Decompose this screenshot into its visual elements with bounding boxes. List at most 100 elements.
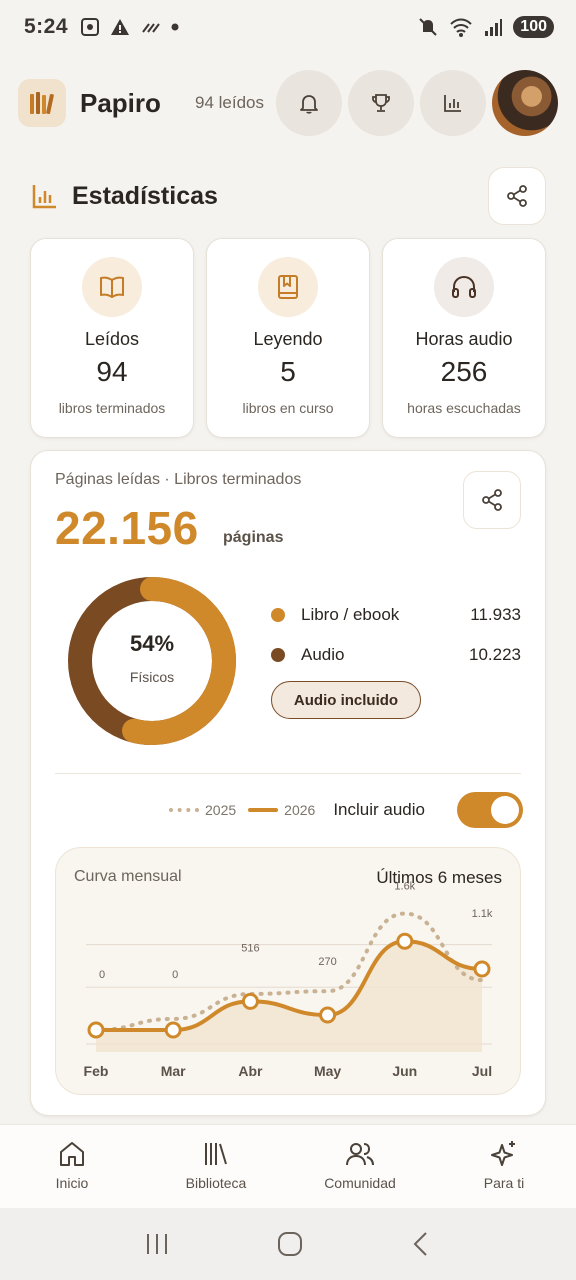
stat-card-reading[interactable]: Leyendo 5 libros en curso (206, 238, 370, 438)
status-notification-icons (80, 17, 180, 37)
app-header: Papiro 94 leídos (18, 68, 558, 138)
section-title: Estadísticas (72, 181, 218, 210)
notifications-button[interactable] (276, 70, 342, 136)
stat-icon-wrap (434, 257, 494, 317)
book-open-icon (100, 276, 124, 298)
recent-apps-icon[interactable] (143, 1231, 171, 1257)
include-audio-toggle[interactable] (457, 792, 523, 828)
read-count: 94 leídos (195, 93, 264, 112)
nav-item-biblioteca[interactable]: Biblioteca (144, 1125, 288, 1208)
avatar[interactable] (492, 70, 558, 136)
stat-icon-wrap (258, 257, 318, 317)
donut-label: Físicos (129, 669, 175, 685)
dot-icon (171, 23, 179, 31)
nav-item-para-ti[interactable]: Para ti (432, 1125, 576, 1208)
x-tick-mar: Mar (161, 1063, 186, 1079)
nav-item-inicio[interactable]: Inicio (0, 1125, 144, 1208)
headphones-icon (452, 275, 476, 298)
share-stats-button[interactable] (488, 167, 546, 225)
bell-icon (300, 95, 318, 114)
back-icon[interactable] (409, 1230, 433, 1258)
divider (55, 773, 521, 774)
stat-sub: libros terminados (58, 400, 166, 416)
home-button-icon[interactable] (276, 1230, 304, 1258)
app-logo[interactable] (18, 79, 66, 127)
toggle-knob (491, 796, 519, 824)
pages-card: Páginas leídas · Libros terminados 22.15… (30, 450, 546, 1116)
status-time: 5:24 (24, 15, 69, 38)
app-title: Papiro (80, 87, 161, 118)
series-2026-area (96, 941, 482, 1052)
point-2026-abr[interactable] (241, 992, 259, 1010)
legend-line-2025 (169, 808, 199, 812)
chart-range[interactable]: Últimos 6 meses (376, 868, 502, 888)
community-icon (346, 1143, 374, 1166)
legend-ebook: Libro / ebook 11.933 (271, 605, 521, 625)
bottom-nav: Inicio Biblioteca Comunidad Para ti (0, 1124, 576, 1208)
cell-signal-icon (485, 19, 503, 36)
point-2026-jun[interactable] (396, 932, 414, 950)
stat-label: Horas audio (415, 329, 513, 349)
status-right: 100 (417, 16, 554, 38)
point-2026-mar[interactable] (164, 1021, 182, 1039)
chart-title: Curva mensual (74, 868, 182, 885)
legend-year-2026: 2026 (284, 802, 316, 818)
stat-sub: horas escuchadas (407, 400, 521, 416)
data-label-feb: 0 (99, 969, 105, 981)
stats-button[interactable] (420, 70, 486, 136)
donut-percent: 54% (129, 631, 175, 656)
battery-indicator: 100 (513, 16, 554, 38)
legend-line-2026 (248, 808, 279, 812)
nav-label: Inicio (55, 1175, 89, 1191)
achievements-button[interactable] (348, 70, 414, 136)
data-label-mar: 0 (172, 969, 178, 981)
stat-card-audio[interactable]: Horas audio 256 horas escuchadas (382, 238, 546, 438)
point-2026-may[interactable] (319, 1006, 337, 1024)
wifi-icon (450, 18, 473, 37)
stat-icon-wrap (82, 257, 142, 317)
legend-label: Libro / ebook (301, 605, 400, 624)
x-tick-may: May (314, 1063, 341, 1079)
share-pages-button[interactable] (463, 471, 521, 529)
stat-label: Leídos (84, 329, 140, 349)
stat-card-read[interactable]: Leídos 94 libros terminados (30, 238, 194, 438)
pages-caption: Páginas leídas · Libros terminados (55, 471, 302, 488)
mute-icon (419, 18, 438, 36)
legend-dot-ebook (271, 608, 285, 622)
stats-section-icon (32, 185, 56, 209)
nav-label: Biblioteca (185, 1175, 247, 1191)
include-audio-label: Incluir audio (333, 800, 425, 819)
data-label-jul: 1.1k (472, 908, 493, 920)
signal-slash-icon (142, 23, 160, 33)
share-icon (507, 185, 527, 207)
point-2026-jul[interactable] (473, 960, 491, 978)
warning-icon (111, 19, 130, 35)
nav-item-comunidad[interactable]: Comunidad (288, 1125, 432, 1208)
legend-label: Audio (301, 645, 345, 664)
bookmark-book-icon (278, 275, 298, 299)
stat-value: 256 (440, 356, 488, 387)
bar-chart-icon (444, 95, 461, 112)
x-tick-abr: Abr (238, 1063, 263, 1079)
legend-value: 11.933 (470, 605, 521, 624)
system-nav-bar (0, 1208, 576, 1280)
nav-label: Para ti (483, 1175, 525, 1191)
section-header: Estadísticas (30, 166, 546, 226)
pages-unit: páginas (223, 529, 284, 546)
audio-included-chip[interactable]: Audio incluido (271, 681, 421, 719)
data-label-may: 270 (318, 956, 336, 968)
library-icon (205, 1143, 227, 1165)
sparkles-icon (491, 1141, 515, 1166)
books-logo-icon (30, 92, 54, 115)
trophy-icon (372, 94, 390, 112)
point-2026-feb[interactable] (87, 1021, 105, 1039)
x-tick-jul: Jul (472, 1063, 492, 1079)
home-icon (60, 1142, 84, 1166)
chart-controls: 2025 2026 Incluir audio (169, 791, 523, 829)
legend-value: 10.223 (469, 645, 521, 664)
x-tick-jun: Jun (392, 1063, 417, 1079)
pages-donut-chart (68, 577, 236, 745)
legend-audio: Audio 10.223 (271, 645, 521, 665)
monthly-chart-card: 0 Feb 0 Mar 516 Abr 270 May 1.6k Jun 1.1k Jul Curva… (55, 847, 521, 1095)
legend-dot-audio (271, 648, 285, 662)
